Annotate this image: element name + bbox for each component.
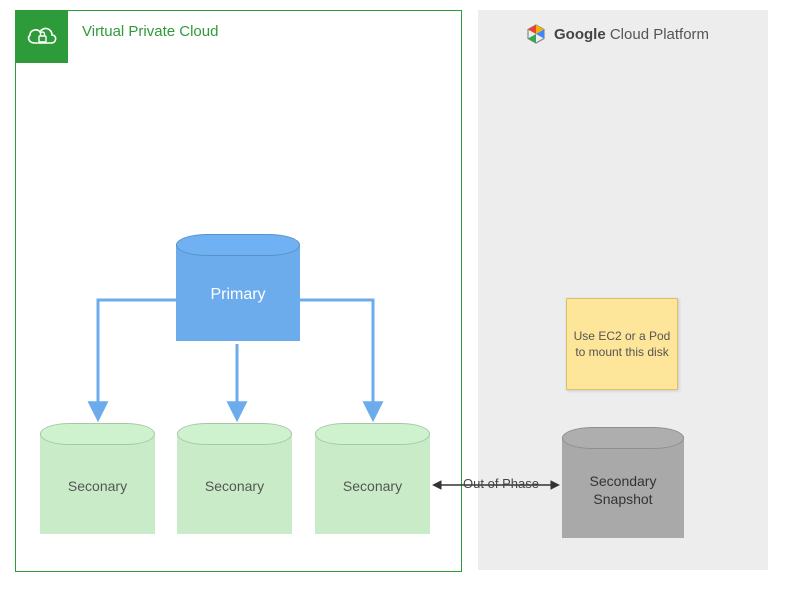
secondary-label-1: Seconary [68,474,127,494]
primary-label: Primary [210,282,265,304]
sticky-note: Use EC2 or a Pod to mount this disk [566,298,678,390]
secondary-node-1: Seconary [40,434,155,534]
secondary-node-3: Seconary [315,434,430,534]
out-of-phase-label: Out of Phase [442,476,560,491]
primary-node: Primary [176,245,300,341]
diagram-canvas: Virtual Private Cloud Google Cloud Platf… [0,0,800,590]
gcp-brand-strong: Google [554,26,606,43]
secondary-label-2: Seconary [205,474,264,494]
vpc-title: Virtual Private Cloud [82,23,218,40]
vpc-badge [16,11,68,63]
secondary-node-2: Seconary [177,434,292,534]
gcp-brand: Google Cloud Platform [554,26,709,43]
snapshot-label: Secondary Snapshot [562,468,684,508]
snapshot-node: Secondary Snapshot [562,438,684,538]
cloud-lock-icon [25,23,59,51]
secondary-label-3: Seconary [343,474,402,494]
gcp-header: Google Cloud Platform [526,24,709,44]
gcp-brand-rest: Cloud Platform [610,26,709,43]
sticky-text: Use EC2 or a Pod to mount this disk [573,328,671,360]
gcp-hexagon-icon [526,24,546,44]
